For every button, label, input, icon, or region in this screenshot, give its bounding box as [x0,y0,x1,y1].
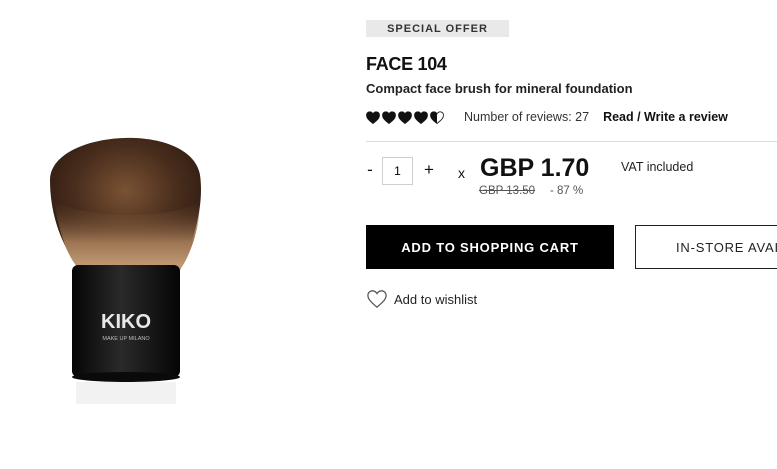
product-page: KIKO MAKE UP MILANO SPECIAL OFFER FACE 1… [0,0,777,469]
read-write-review-link[interactable]: Read / Write a review [603,110,728,124]
product-subtitle: Compact face brush for mineral foundatio… [366,81,633,96]
rating-row: Number of reviews: 27 Read / Write a rev… [366,110,728,124]
brand-logo: KIKO [101,311,151,333]
star-full-icon [366,110,380,124]
quantity-input[interactable] [382,157,413,185]
brand-tagline: MAKE UP MILANO [102,336,150,342]
kabuki-brush-image: KIKO MAKE UP MILANO [50,137,201,404]
special-offer-badge: SPECIAL OFFER [366,20,509,37]
star-full-icon [382,110,396,124]
star-full-icon [398,110,412,124]
current-price: GBP 1.70 [480,154,590,182]
star-full-icon [414,110,428,124]
rating-stars [366,110,444,124]
wishlist-label: Add to wishlist [394,291,478,307]
original-price: GBP 13.50 [479,185,536,197]
add-to-wishlist[interactable]: Add to wishlist [366,289,477,309]
discount-percentage: - 87 % [550,185,584,197]
star-half-icon [430,110,444,124]
reviews-count: Number of reviews: 27 [464,110,590,124]
in-store-availability-button[interactable]: IN-STORE AVAILABILITY [635,225,777,269]
multiply-sign: x [458,165,465,181]
quantity-increase-button[interactable]: + [422,160,436,180]
quantity-decrease-button[interactable]: - [363,160,377,180]
divider [366,141,777,142]
add-to-cart-button[interactable]: ADD TO SHOPPING CART [366,225,614,269]
product-title: FACE 104 [366,54,447,74]
heart-icon [367,290,387,309]
vat-note: VAT included [621,160,694,174]
